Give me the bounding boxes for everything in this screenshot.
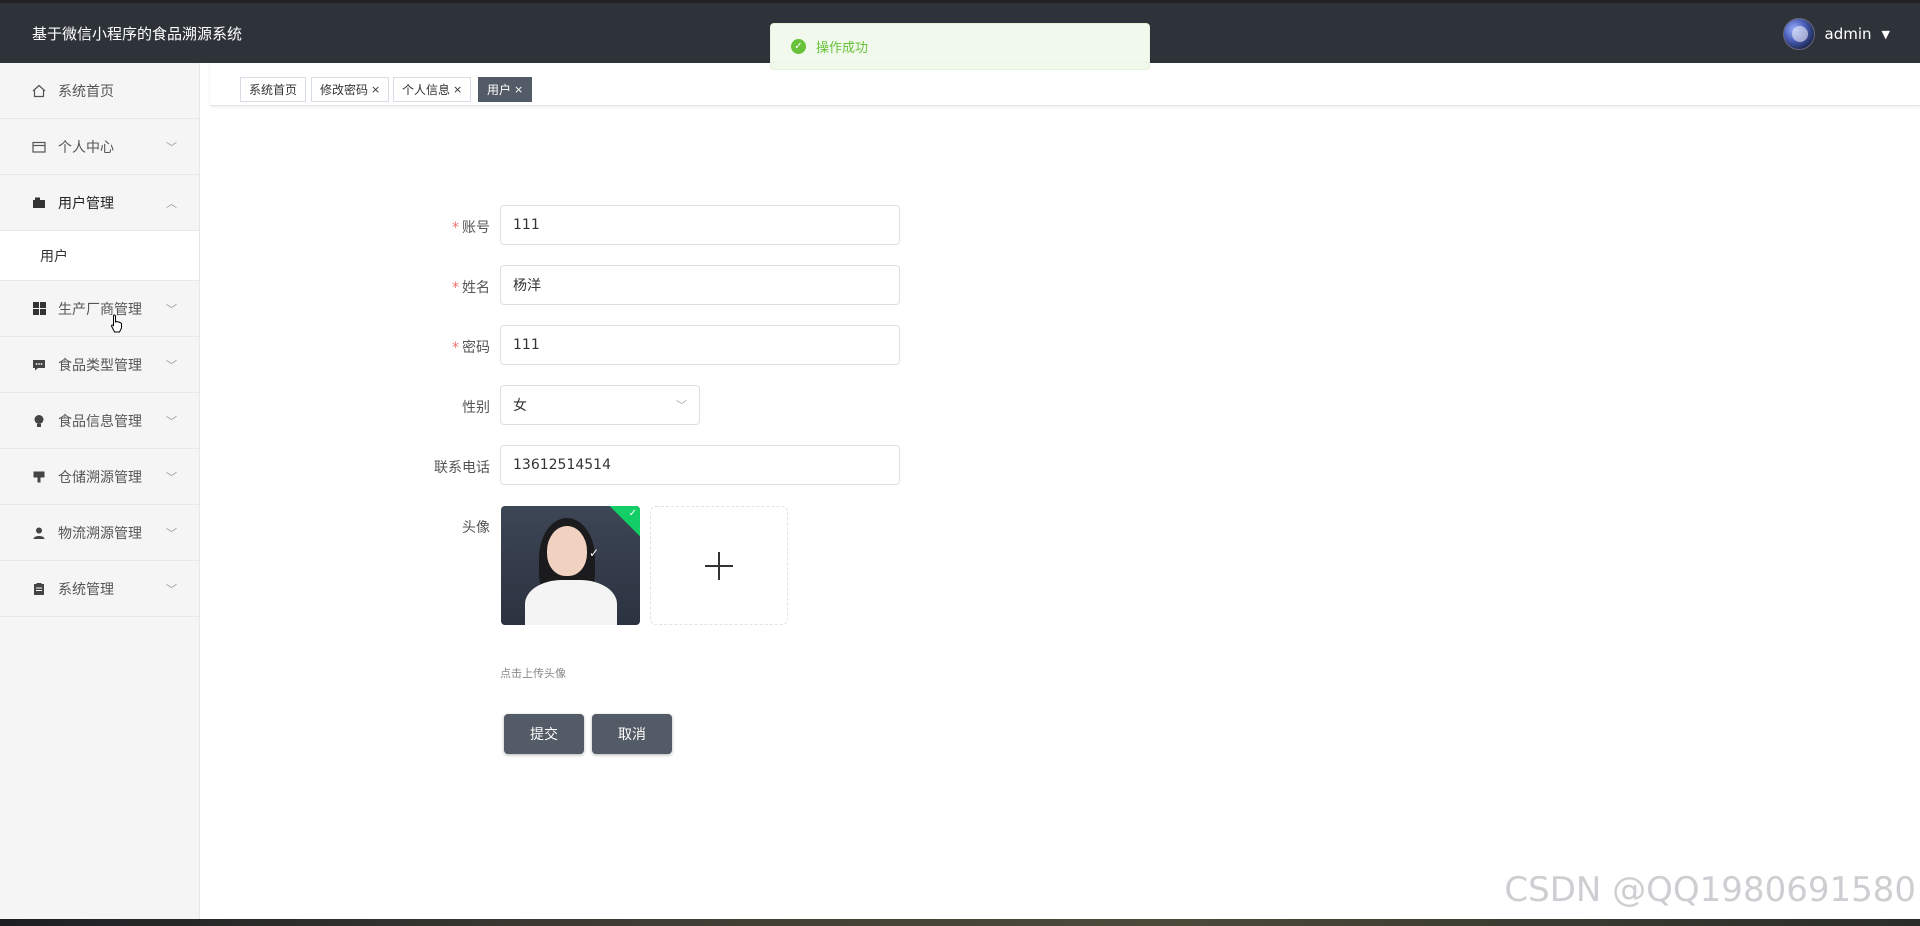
gender-label-text: 性别 xyxy=(462,400,490,416)
user-menu[interactable]: admin ▼ xyxy=(1782,18,1890,50)
submit-button[interactable]: 提交 xyxy=(504,714,584,754)
cancel-button[interactable]: 取消 xyxy=(592,714,672,754)
sidebar-item-label: 用户管理 xyxy=(58,195,114,212)
close-icon[interactable]: × xyxy=(371,83,380,96)
sidebar-item-label: 生产厂商管理 xyxy=(58,301,142,318)
account-input[interactable]: 111 xyxy=(500,205,900,245)
avatar-thumbnail[interactable]: ✓ ✓ xyxy=(501,506,640,625)
chevron-up-icon: ︿ xyxy=(166,197,177,210)
card-icon xyxy=(32,140,46,154)
chevron-down-icon: ﹀ xyxy=(166,583,177,596)
password-label: * 密码 xyxy=(390,337,490,357)
sidebar-item-food-type-management[interactable]: 食品类型管理 ﹀ xyxy=(0,337,199,393)
grid-icon xyxy=(32,302,46,316)
sidebar-item-label: 仓储溯源管理 xyxy=(58,469,142,486)
tab-personal-info[interactable]: 个人信息 × xyxy=(393,77,472,102)
close-icon[interactable]: × xyxy=(514,83,523,96)
password-label-text: 密码 xyxy=(462,340,490,356)
sidebar-item-label: 物流溯源管理 xyxy=(58,525,142,542)
avatar-label: 头像 xyxy=(390,517,490,537)
avatar-photo-body xyxy=(525,580,617,625)
sidebar-item-storage-trace-management[interactable]: 仓储溯源管理 ﹀ xyxy=(0,449,199,505)
folder-icon xyxy=(32,196,46,210)
chevron-down-icon: ﹀ xyxy=(166,527,177,540)
chevron-down-icon: ﹀ xyxy=(166,359,177,372)
chevron-down-icon: ﹀ xyxy=(166,141,177,154)
sidebar-item-food-info-management[interactable]: 食品信息管理 ﹀ xyxy=(0,393,199,449)
toast-message: 操作成功 xyxy=(816,41,869,56)
sidebar-item-label: 系统首页 xyxy=(58,83,114,100)
avatar-upload-hint: 点击上传头像 xyxy=(500,667,566,680)
sidebar-item-user-management[interactable]: 用户管理 ︿ xyxy=(0,175,199,231)
chevron-down-icon: ﹀ xyxy=(676,399,687,412)
gender-label: 性别 xyxy=(390,397,490,417)
account-label: * 账号 xyxy=(390,217,490,237)
tab-bar: 系统首页 修改密码 × 个人信息 × 用户 × xyxy=(210,63,1920,106)
check-circle-icon: ✓ xyxy=(791,39,806,54)
tab-home[interactable]: 系统首页 xyxy=(240,77,307,102)
gender-value: 女 xyxy=(513,398,527,414)
chat-icon xyxy=(32,358,46,372)
sidebar-item-label: 食品类型管理 xyxy=(58,357,142,374)
watermark: CSDN @QQ1980691580 xyxy=(1504,870,1916,910)
sidebar-item-personal-center[interactable]: 个人中心 ﹀ xyxy=(0,119,199,175)
app-title: 基于微信小程序的食品溯源系统 xyxy=(32,25,243,43)
gender-select[interactable]: 女 ﹀ xyxy=(500,385,700,425)
clipboard-icon xyxy=(32,582,46,596)
caret-down-icon[interactable]: ▼ xyxy=(1882,28,1890,41)
close-icon[interactable]: × xyxy=(453,83,462,96)
required-mark: * xyxy=(452,340,459,356)
phone-label: 联系电话 xyxy=(390,457,490,477)
check-icon: ✓ xyxy=(589,546,600,560)
home-icon xyxy=(32,84,46,98)
avatar-label-text: 头像 xyxy=(462,520,490,536)
user-icon xyxy=(32,526,46,540)
sidebar-item-system-management[interactable]: 系统管理 ﹀ xyxy=(0,561,199,617)
user-avatar[interactable] xyxy=(1782,18,1815,50)
avatar-upload-button[interactable] xyxy=(650,506,788,625)
account-value: 111 xyxy=(513,217,540,233)
sidebar-item-label: 食品信息管理 xyxy=(58,413,142,430)
name-value: 杨洋 xyxy=(513,278,541,294)
tab-label: 系统首页 xyxy=(249,83,298,97)
sidebar-item-label: 系统管理 xyxy=(58,581,114,598)
name-input[interactable]: 杨洋 xyxy=(500,265,900,305)
sidebar-item-home[interactable]: 系统首页 xyxy=(0,63,199,119)
chevron-down-icon: ﹀ xyxy=(166,303,177,316)
sidebar-item-label: 个人中心 xyxy=(58,139,114,156)
required-mark: * xyxy=(452,220,459,236)
sidebar-subitem-user[interactable]: 用户 xyxy=(0,231,199,281)
stamp-icon xyxy=(32,470,46,484)
password-input[interactable]: 111 xyxy=(500,325,900,365)
tab-change-password[interactable]: 修改密码 × xyxy=(311,77,390,102)
hand-cursor-icon xyxy=(110,314,122,333)
sidebar-item-logistics-trace-management[interactable]: 物流溯源管理 ﹀ xyxy=(0,505,199,561)
chevron-down-icon: ﹀ xyxy=(166,471,177,484)
name-label-text: 姓名 xyxy=(462,280,490,296)
tab-label: 用户 xyxy=(487,83,512,97)
tab-label: 个人信息 xyxy=(402,83,451,97)
plus-icon xyxy=(705,551,733,580)
taskbar-strip xyxy=(0,919,1920,926)
password-value: 111 xyxy=(513,337,540,353)
chevron-down-icon: ﹀ xyxy=(166,415,177,428)
check-icon: ✓ xyxy=(628,508,637,519)
phone-label-text: 联系电话 xyxy=(434,460,490,476)
username[interactable]: admin xyxy=(1825,25,1872,43)
phone-value: 13612514514 xyxy=(513,457,611,473)
bulb-icon xyxy=(32,414,46,428)
tab-user[interactable]: 用户 × xyxy=(478,77,533,102)
name-label: * 姓名 xyxy=(390,277,490,297)
sidebar-item-manufacturer-management[interactable]: 生产厂商管理 ﹀ xyxy=(0,281,199,337)
required-mark: * xyxy=(452,280,459,296)
sidebar-item-label: 用户 xyxy=(40,248,68,265)
avatar-photo-face xyxy=(547,526,587,576)
tab-label: 修改密码 xyxy=(320,83,369,97)
account-label-text: 账号 xyxy=(462,220,490,236)
sidebar: 系统首页 个人中心 ﹀ 用户管理 ︿ 用户 生产厂商管理 ﹀ 食品类型管理 ﹀ xyxy=(0,63,200,926)
phone-input[interactable]: 13612514514 xyxy=(500,445,900,485)
